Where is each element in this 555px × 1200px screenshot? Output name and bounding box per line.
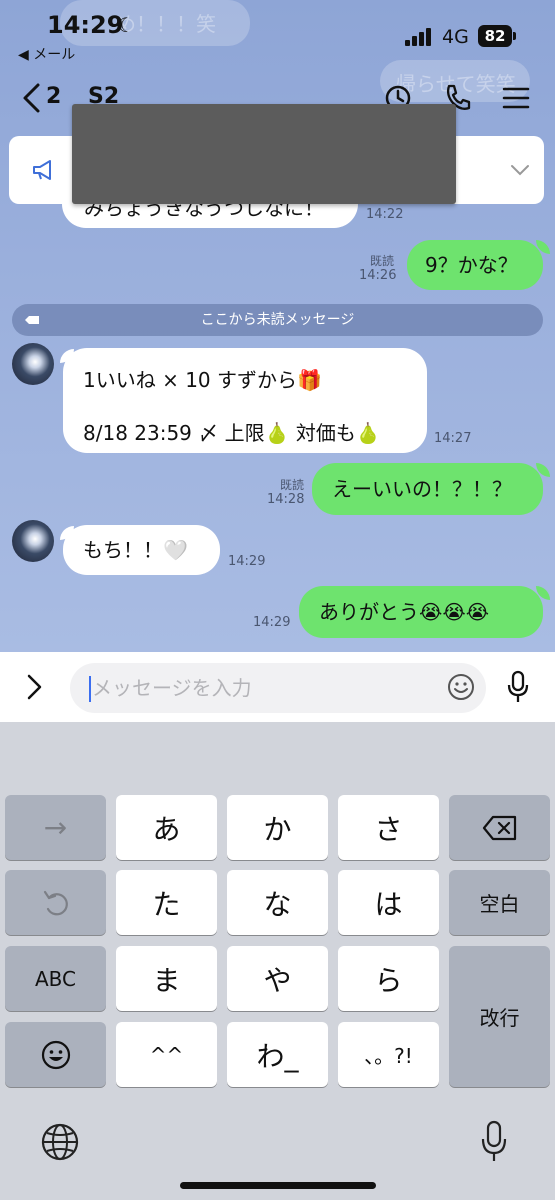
key-arrow-right[interactable]: → [5, 795, 106, 860]
key-ya[interactable]: や [227, 946, 328, 1011]
message-text: もち！！ [83, 538, 163, 562]
key-ra[interactable]: ら [338, 946, 439, 1011]
avatar[interactable] [12, 520, 54, 562]
back-chevron-icon[interactable] [20, 82, 42, 114]
key-ka[interactable]: か [227, 795, 328, 860]
status-time: 14:29 [47, 11, 124, 39]
key-kaomoji[interactable]: ^^ [116, 1022, 217, 1087]
message-line: 8/18 23:59 〆 上限🍐 対価も🍐 [83, 413, 427, 453]
message-bubble-incoming[interactable]: もち！！🤍 [63, 525, 220, 575]
unread-count[interactable]: 2 [46, 84, 61, 109]
message-text: 1いいね × 10 すずから [83, 368, 298, 392]
megaphone-icon [33, 160, 51, 180]
gift-emoji: 🎁 [297, 368, 322, 392]
chevron-down-icon[interactable] [509, 162, 531, 178]
tag-icon [25, 316, 39, 324]
space-key[interactable]: 空白 [449, 870, 550, 935]
abc-key[interactable]: ABC [5, 946, 106, 1011]
delete-key[interactable] [449, 795, 550, 860]
key-sa[interactable]: さ [338, 795, 439, 860]
status-bar: 14:29 ☾ ◀ メール 4G 82 [0, 0, 555, 70]
key-wa[interactable]: わ_ [227, 1022, 328, 1087]
message-text: えーいいの！？！？ [332, 477, 512, 501]
message-text: ありがとう [319, 600, 419, 624]
avatar[interactable] [12, 343, 54, 385]
message-bubble-incoming[interactable]: 1いいね × 10 すずから🎁 8/18 23:59 〆 上限🍐 対価も🍐 [63, 348, 427, 453]
network-label: 4G [442, 26, 469, 48]
key-ha[interactable]: は [338, 870, 439, 935]
emoji-key[interactable] [5, 1022, 106, 1087]
home-indicator [180, 1182, 376, 1189]
redaction-block [72, 104, 456, 204]
unread-divider-label: ここから未読メッセージ [200, 312, 355, 328]
white-heart-emoji: 🤍 [163, 538, 188, 562]
message-time: 14:28 [267, 492, 305, 507]
key-punctuation[interactable]: 、。?! [338, 1022, 439, 1087]
key-a[interactable]: あ [116, 795, 217, 860]
smiley-icon[interactable] [446, 672, 476, 702]
message-input[interactable] [70, 663, 486, 713]
key-ma[interactable]: ま [116, 946, 217, 1011]
battery-icon: 82 [478, 25, 512, 47]
key-ta[interactable]: た [116, 870, 217, 935]
chevron-right-icon[interactable] [24, 672, 44, 702]
undo-icon [43, 890, 68, 915]
key-na[interactable]: な [227, 870, 328, 935]
undo-key[interactable] [5, 870, 106, 935]
input-bar [0, 652, 555, 722]
message-time: 14:29 [228, 554, 266, 569]
message-bubble-outgoing[interactable]: えーいいの！？！？ [312, 463, 543, 515]
read-receipt: 既読 [280, 478, 305, 492]
signal-icon [405, 26, 435, 46]
message-time: 14:26 [359, 268, 397, 283]
message-time: 14:29 [253, 615, 291, 630]
crying-emoji: 😭😭😭 [419, 600, 490, 624]
unread-divider: ここから未読メッセージ [12, 304, 543, 336]
emoji-icon [41, 1040, 70, 1069]
moon-icon: ☾ [117, 13, 135, 37]
return-key[interactable]: 改行 [449, 946, 550, 1087]
message-time: 14:27 [434, 431, 472, 446]
chat-area[interactable]: め！！！笑 帰らせて笑笑 14:29 ☾ ◀ メール 4G 82 2 S2 みち… [0, 0, 555, 652]
message-text: 対価も [295, 421, 356, 445]
pear-emoji: 🍐 [355, 421, 381, 445]
microphone-icon[interactable] [505, 670, 531, 704]
menu-icon[interactable] [500, 82, 532, 114]
globe-icon[interactable] [40, 1122, 80, 1162]
dictation-icon[interactable] [480, 1120, 508, 1164]
message-text: 9？かな？ [425, 253, 518, 277]
back-to-app-link[interactable]: ◀ メール [18, 44, 75, 64]
message-line: 1いいね × 10 すずから🎁 [83, 360, 427, 400]
pear-emoji: 🍐 [264, 421, 290, 445]
text-cursor [89, 676, 91, 702]
message-bubble-outgoing[interactable]: ありがとう😭😭😭 [299, 586, 543, 638]
delete-icon [482, 815, 516, 840]
message-bubble-outgoing[interactable]: 9？かな？ [407, 240, 543, 290]
keyboard: → あ か さ た な は 空白 ABC ま や ら 改行 ^^ わ_ 、。?! [0, 722, 555, 1200]
battery-cap [513, 32, 516, 40]
read-receipt: 既読 [370, 254, 395, 268]
message-text: 8/18 23:59 〆 上限 [83, 421, 265, 445]
message-time: 14:22 [366, 207, 404, 222]
